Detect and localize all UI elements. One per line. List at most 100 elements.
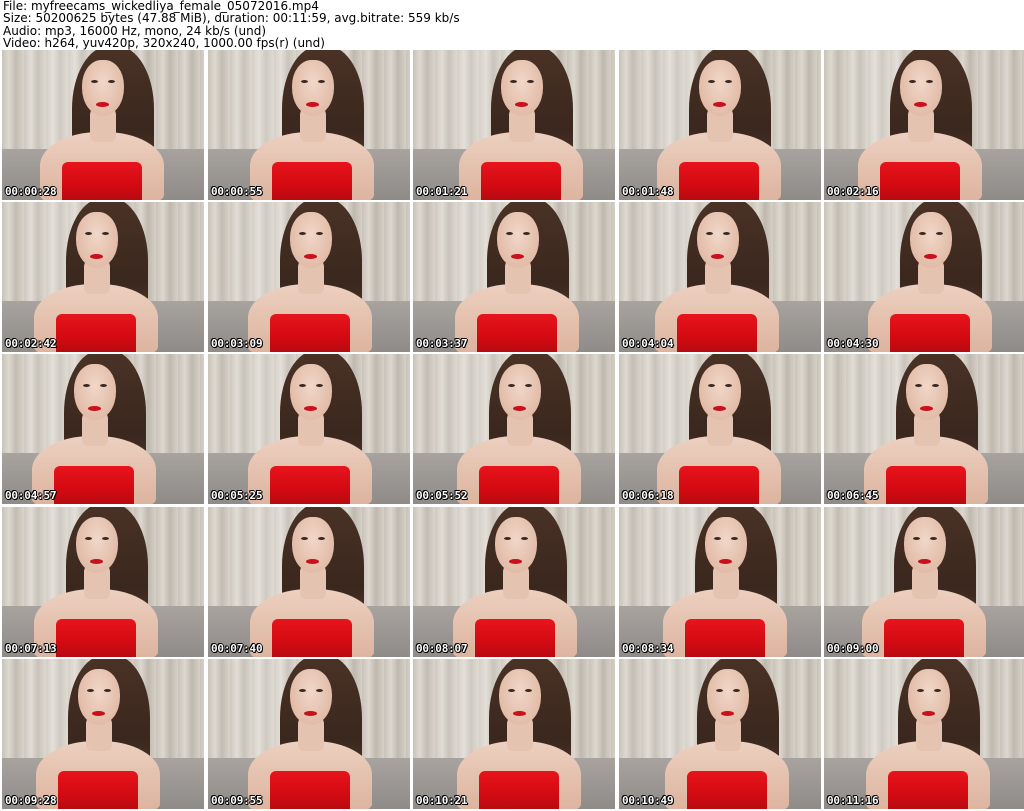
eye: [104, 689, 111, 692]
red-dress: [884, 619, 964, 657]
face: [74, 364, 116, 420]
video-thumbnail: 00:00:28: [2, 50, 204, 200]
video-thumbnail: 00:05:25: [208, 354, 410, 504]
red-dress: [58, 771, 138, 809]
eye: [316, 384, 323, 387]
thumbnail-grid: 00:00:28 00:00:55 00:01:21 00:01:48 00:02:16…: [0, 50, 1024, 811]
red-dress: [479, 466, 559, 504]
eye: [917, 689, 924, 692]
timestamp-label: 00:03:09: [211, 337, 263, 350]
video-thumbnail: 00:01:48: [619, 50, 821, 200]
face: [906, 364, 948, 420]
lips: [513, 711, 526, 716]
eye: [708, 80, 715, 83]
timestamp-label: 00:01:48: [622, 185, 674, 198]
lips: [304, 254, 317, 259]
eye: [87, 689, 94, 692]
timestamp-label: 00:09:55: [211, 794, 263, 807]
lips: [914, 102, 927, 107]
red-dress: [479, 771, 559, 809]
timestamp-label: 00:08:34: [622, 642, 674, 655]
eye: [100, 384, 107, 387]
red-dress: [880, 162, 960, 200]
face: [499, 669, 541, 725]
red-dress: [679, 162, 759, 200]
lips: [511, 254, 524, 259]
eye: [108, 80, 115, 83]
face: [900, 60, 942, 116]
lips: [920, 406, 933, 411]
video-thumbnail: 00:05:52: [413, 354, 615, 504]
face: [290, 669, 332, 725]
video-thumbnail: 00:08:34: [619, 507, 821, 657]
eye: [725, 80, 732, 83]
timestamp-label: 00:11:16: [827, 794, 879, 807]
red-dress: [477, 314, 557, 352]
red-dress: [56, 314, 136, 352]
timestamp-label: 00:10:49: [622, 794, 674, 807]
face: [292, 60, 334, 116]
eye: [934, 689, 941, 692]
video-thumbnail: 00:04:30: [824, 202, 1024, 352]
video-thumbnail: 00:06:18: [619, 354, 821, 504]
eye: [91, 80, 98, 83]
video-thumbnail: 00:08:07: [413, 507, 615, 657]
timestamp-label: 00:04:30: [827, 337, 879, 350]
eye: [915, 384, 922, 387]
eye: [299, 384, 306, 387]
timestamp-label: 00:04:57: [5, 489, 57, 502]
face: [290, 364, 332, 420]
face: [501, 60, 543, 116]
eye: [510, 80, 517, 83]
red-dress: [685, 619, 765, 657]
lips: [918, 559, 931, 564]
red-dress: [270, 466, 350, 504]
face: [78, 669, 120, 725]
lips: [304, 711, 317, 716]
eye: [725, 384, 732, 387]
lips: [924, 254, 937, 259]
face: [82, 60, 124, 116]
face: [76, 517, 118, 573]
eye: [714, 537, 721, 540]
red-dress: [270, 771, 350, 809]
lips: [509, 559, 522, 564]
video-thumbnail: 00:10:21: [413, 659, 615, 809]
lips: [96, 102, 109, 107]
timestamp-label: 00:00:55: [211, 185, 263, 198]
file-info-header: File: myfreecams_wickedliya_female_05072…: [3, 0, 1021, 50]
eye: [731, 537, 738, 540]
face: [495, 517, 537, 573]
timestamp-label: 00:02:16: [827, 185, 879, 198]
eye: [527, 80, 534, 83]
eye: [909, 80, 916, 83]
video-thumbnail: 00:07:13: [2, 507, 204, 657]
timestamp-label: 00:02:42: [5, 337, 57, 350]
red-dress: [475, 619, 555, 657]
eye: [102, 232, 109, 235]
eye: [508, 384, 515, 387]
video-thumbnail: 00:09:00: [824, 507, 1024, 657]
timestamp-label: 00:07:13: [5, 642, 57, 655]
video-thumbnail: 00:09:28: [2, 659, 204, 809]
eye: [733, 689, 740, 692]
eye: [301, 80, 308, 83]
eye: [716, 689, 723, 692]
timestamp-label: 00:06:18: [622, 489, 674, 502]
face: [697, 212, 739, 268]
face: [705, 517, 747, 573]
red-dress: [890, 314, 970, 352]
timestamp-label: 00:08:07: [416, 642, 468, 655]
file-size-line: Size: 50200625 bytes (47.88 MiB), durati…: [3, 11, 460, 26]
face: [908, 669, 950, 725]
lips: [721, 711, 734, 716]
timestamp-label: 00:03:37: [416, 337, 468, 350]
timestamp-label: 00:06:45: [827, 489, 879, 502]
video-thumbnail: 00:04:04: [619, 202, 821, 352]
eye: [316, 689, 323, 692]
lips: [513, 406, 526, 411]
video-thumbnail: 00:01:21: [413, 50, 615, 200]
timestamp-label: 00:05:52: [416, 489, 468, 502]
lips: [90, 254, 103, 259]
face: [707, 669, 749, 725]
